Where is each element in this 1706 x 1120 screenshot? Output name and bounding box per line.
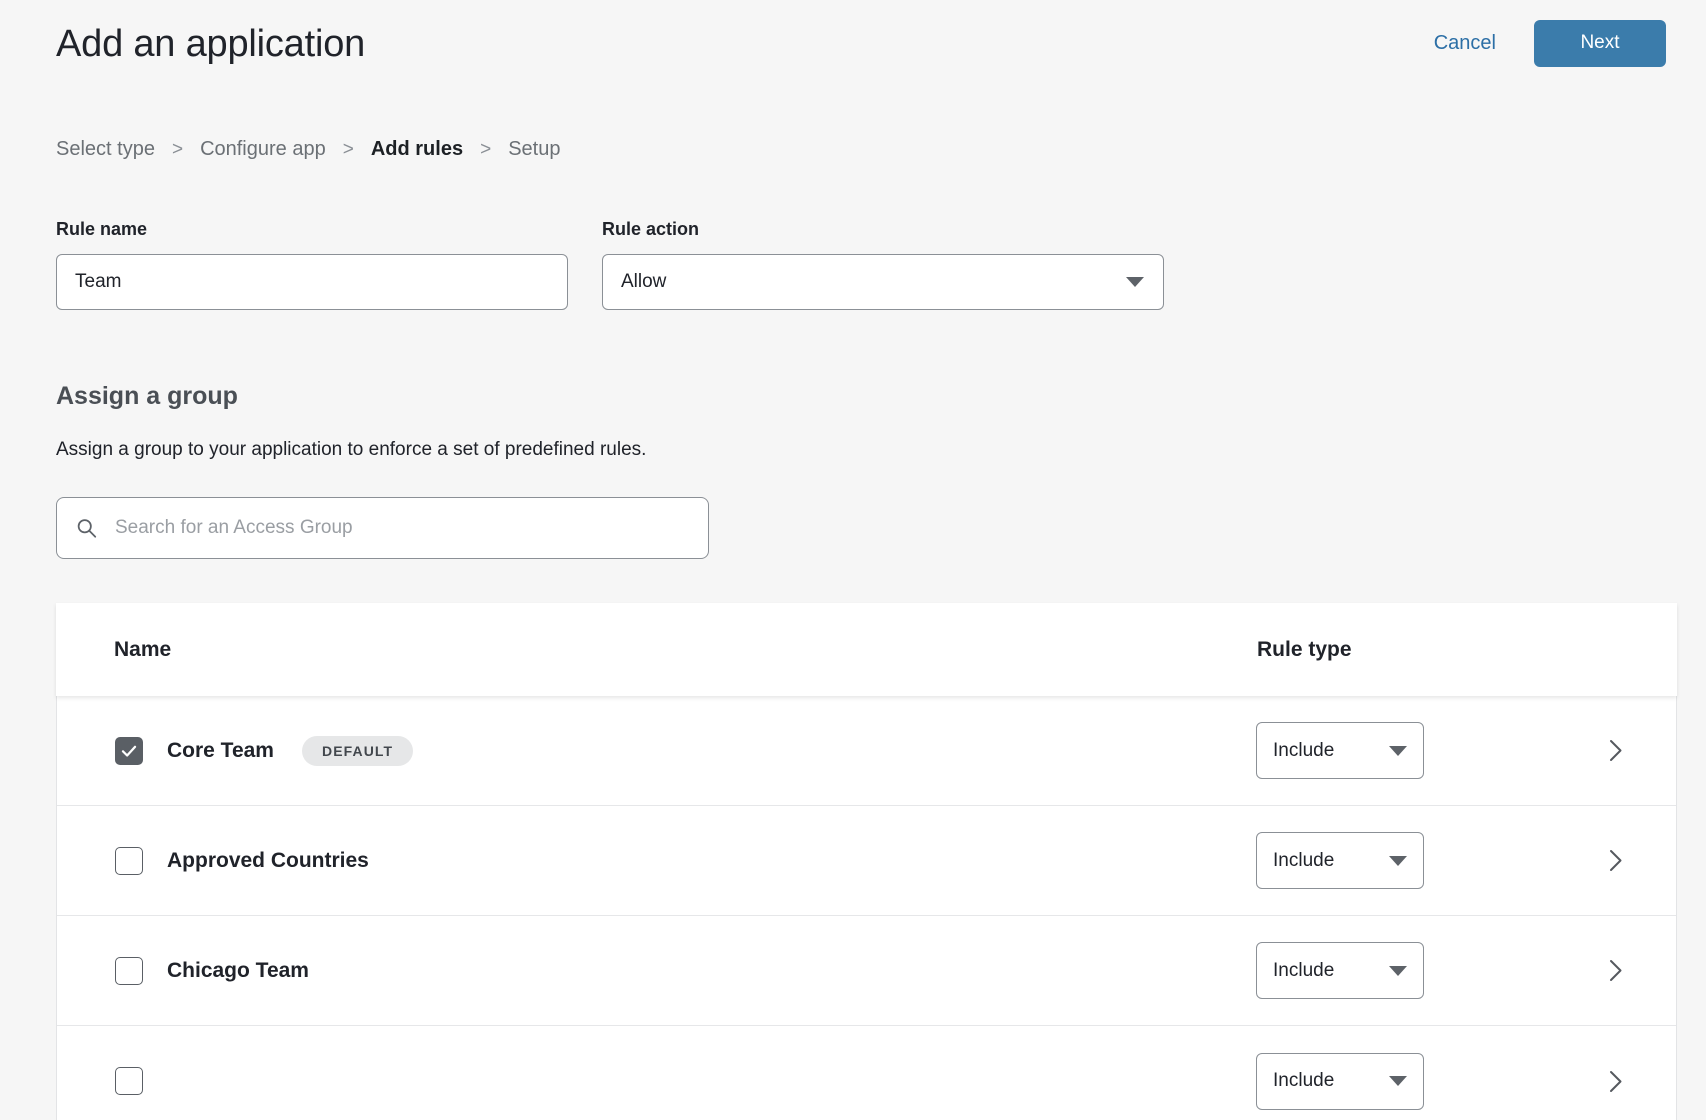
row-name-cell: Chicago Team xyxy=(57,957,1256,985)
breadcrumb-separator: > xyxy=(172,139,183,161)
breadcrumb-separator: > xyxy=(343,139,354,161)
rule-type-select[interactable]: Include xyxy=(1256,942,1424,999)
chevron-right-icon xyxy=(1609,959,1623,982)
rule-name-input[interactable] xyxy=(56,254,568,310)
rule-form: Rule name Rule action Allow xyxy=(0,219,1706,310)
rule-name-label: Rule name xyxy=(56,219,568,240)
chevron-right-icon xyxy=(1609,849,1623,872)
assign-group-title: Assign a group xyxy=(56,382,1650,411)
chevron-right-icon xyxy=(1609,1070,1623,1093)
row-expand-button[interactable] xyxy=(1556,739,1676,762)
chevron-right-icon xyxy=(1609,739,1623,762)
rule-type-select-wrap: Include xyxy=(1256,722,1424,779)
row-expand-button[interactable] xyxy=(1556,1070,1676,1093)
rule-name-field-group: Rule name xyxy=(56,219,568,310)
table-header-row: Name Rule type xyxy=(56,603,1677,696)
page-title: Add an application xyxy=(56,23,365,63)
row-checkbox[interactable] xyxy=(115,737,143,765)
row-expand-button[interactable] xyxy=(1556,959,1676,982)
status-badge: DEFAULT xyxy=(302,736,413,766)
table-row[interactable]: Core Team DEFAULT Include xyxy=(57,696,1676,806)
row-rule-type-cell: Include xyxy=(1256,832,1556,889)
row-name-label: Approved Countries xyxy=(167,849,369,873)
row-expand-button[interactable] xyxy=(1556,849,1676,872)
rule-type-selected-value: Include xyxy=(1273,740,1334,762)
row-checkbox[interactable] xyxy=(115,1067,143,1095)
access-group-search-input[interactable] xyxy=(56,497,709,559)
rule-type-select[interactable]: Include xyxy=(1256,832,1424,889)
rule-type-select-wrap: Include xyxy=(1256,942,1424,999)
row-name-cell: Approved Countries xyxy=(57,847,1256,875)
rule-type-select[interactable]: Include xyxy=(1256,1053,1424,1110)
rule-type-selected-value: Include xyxy=(1273,850,1334,872)
rule-type-selected-value: Include xyxy=(1273,960,1334,982)
assign-group-description: Assign a group to your application to en… xyxy=(56,439,1650,461)
row-name-cell: Core Team DEFAULT xyxy=(57,736,1256,766)
table-row[interactable]: Include xyxy=(57,1026,1676,1120)
rule-action-label: Rule action xyxy=(602,219,1164,240)
table-row[interactable]: Approved Countries Include xyxy=(57,806,1676,916)
breadcrumb-step-configure-app[interactable]: Configure app xyxy=(200,138,326,161)
row-rule-type-cell: Include xyxy=(1256,722,1556,779)
row-rule-type-cell: Include xyxy=(1256,942,1556,999)
cancel-button[interactable]: Cancel xyxy=(1430,26,1500,61)
access-groups-table: Name Rule type Core Team DEFAULT Include xyxy=(56,603,1677,1120)
row-name-label: Chicago Team xyxy=(167,959,309,983)
header-actions: Cancel Next xyxy=(1430,20,1666,67)
page-header: Add an application Cancel Next xyxy=(0,0,1706,86)
table-body: Core Team DEFAULT Include xyxy=(56,696,1677,1120)
rule-type-select[interactable]: Include xyxy=(1256,722,1424,779)
breadcrumb-step-select-type[interactable]: Select type xyxy=(56,138,155,161)
row-name-cell xyxy=(57,1067,1256,1095)
access-group-search-wrap xyxy=(56,497,709,559)
row-name-label: Core Team xyxy=(167,739,274,763)
rule-type-selected-value: Include xyxy=(1273,1070,1334,1092)
row-rule-type-cell: Include xyxy=(1256,1053,1556,1110)
column-header-name: Name xyxy=(56,638,1257,662)
next-button[interactable]: Next xyxy=(1534,20,1666,67)
assign-group-section: Assign a group Assign a group to your ap… xyxy=(0,382,1706,559)
rule-type-select-wrap: Include xyxy=(1256,1053,1424,1110)
breadcrumb-step-setup[interactable]: Setup xyxy=(508,138,560,161)
rule-action-select-wrap: Allow xyxy=(602,254,1164,310)
rule-action-selected-value: Allow xyxy=(621,271,666,293)
check-icon xyxy=(120,742,138,760)
rule-action-select[interactable]: Allow xyxy=(602,254,1164,310)
breadcrumb-separator: > xyxy=(480,139,491,161)
rule-type-select-wrap: Include xyxy=(1256,832,1424,889)
rule-action-field-group: Rule action Allow xyxy=(602,219,1164,310)
row-checkbox[interactable] xyxy=(115,957,143,985)
breadcrumb: Select type > Configure app > Add rules … xyxy=(0,138,1706,161)
table-row[interactable]: Chicago Team Include xyxy=(57,916,1676,1026)
row-checkbox[interactable] xyxy=(115,847,143,875)
breadcrumb-step-add-rules[interactable]: Add rules xyxy=(371,138,463,161)
column-header-rule-type: Rule type xyxy=(1257,638,1557,662)
